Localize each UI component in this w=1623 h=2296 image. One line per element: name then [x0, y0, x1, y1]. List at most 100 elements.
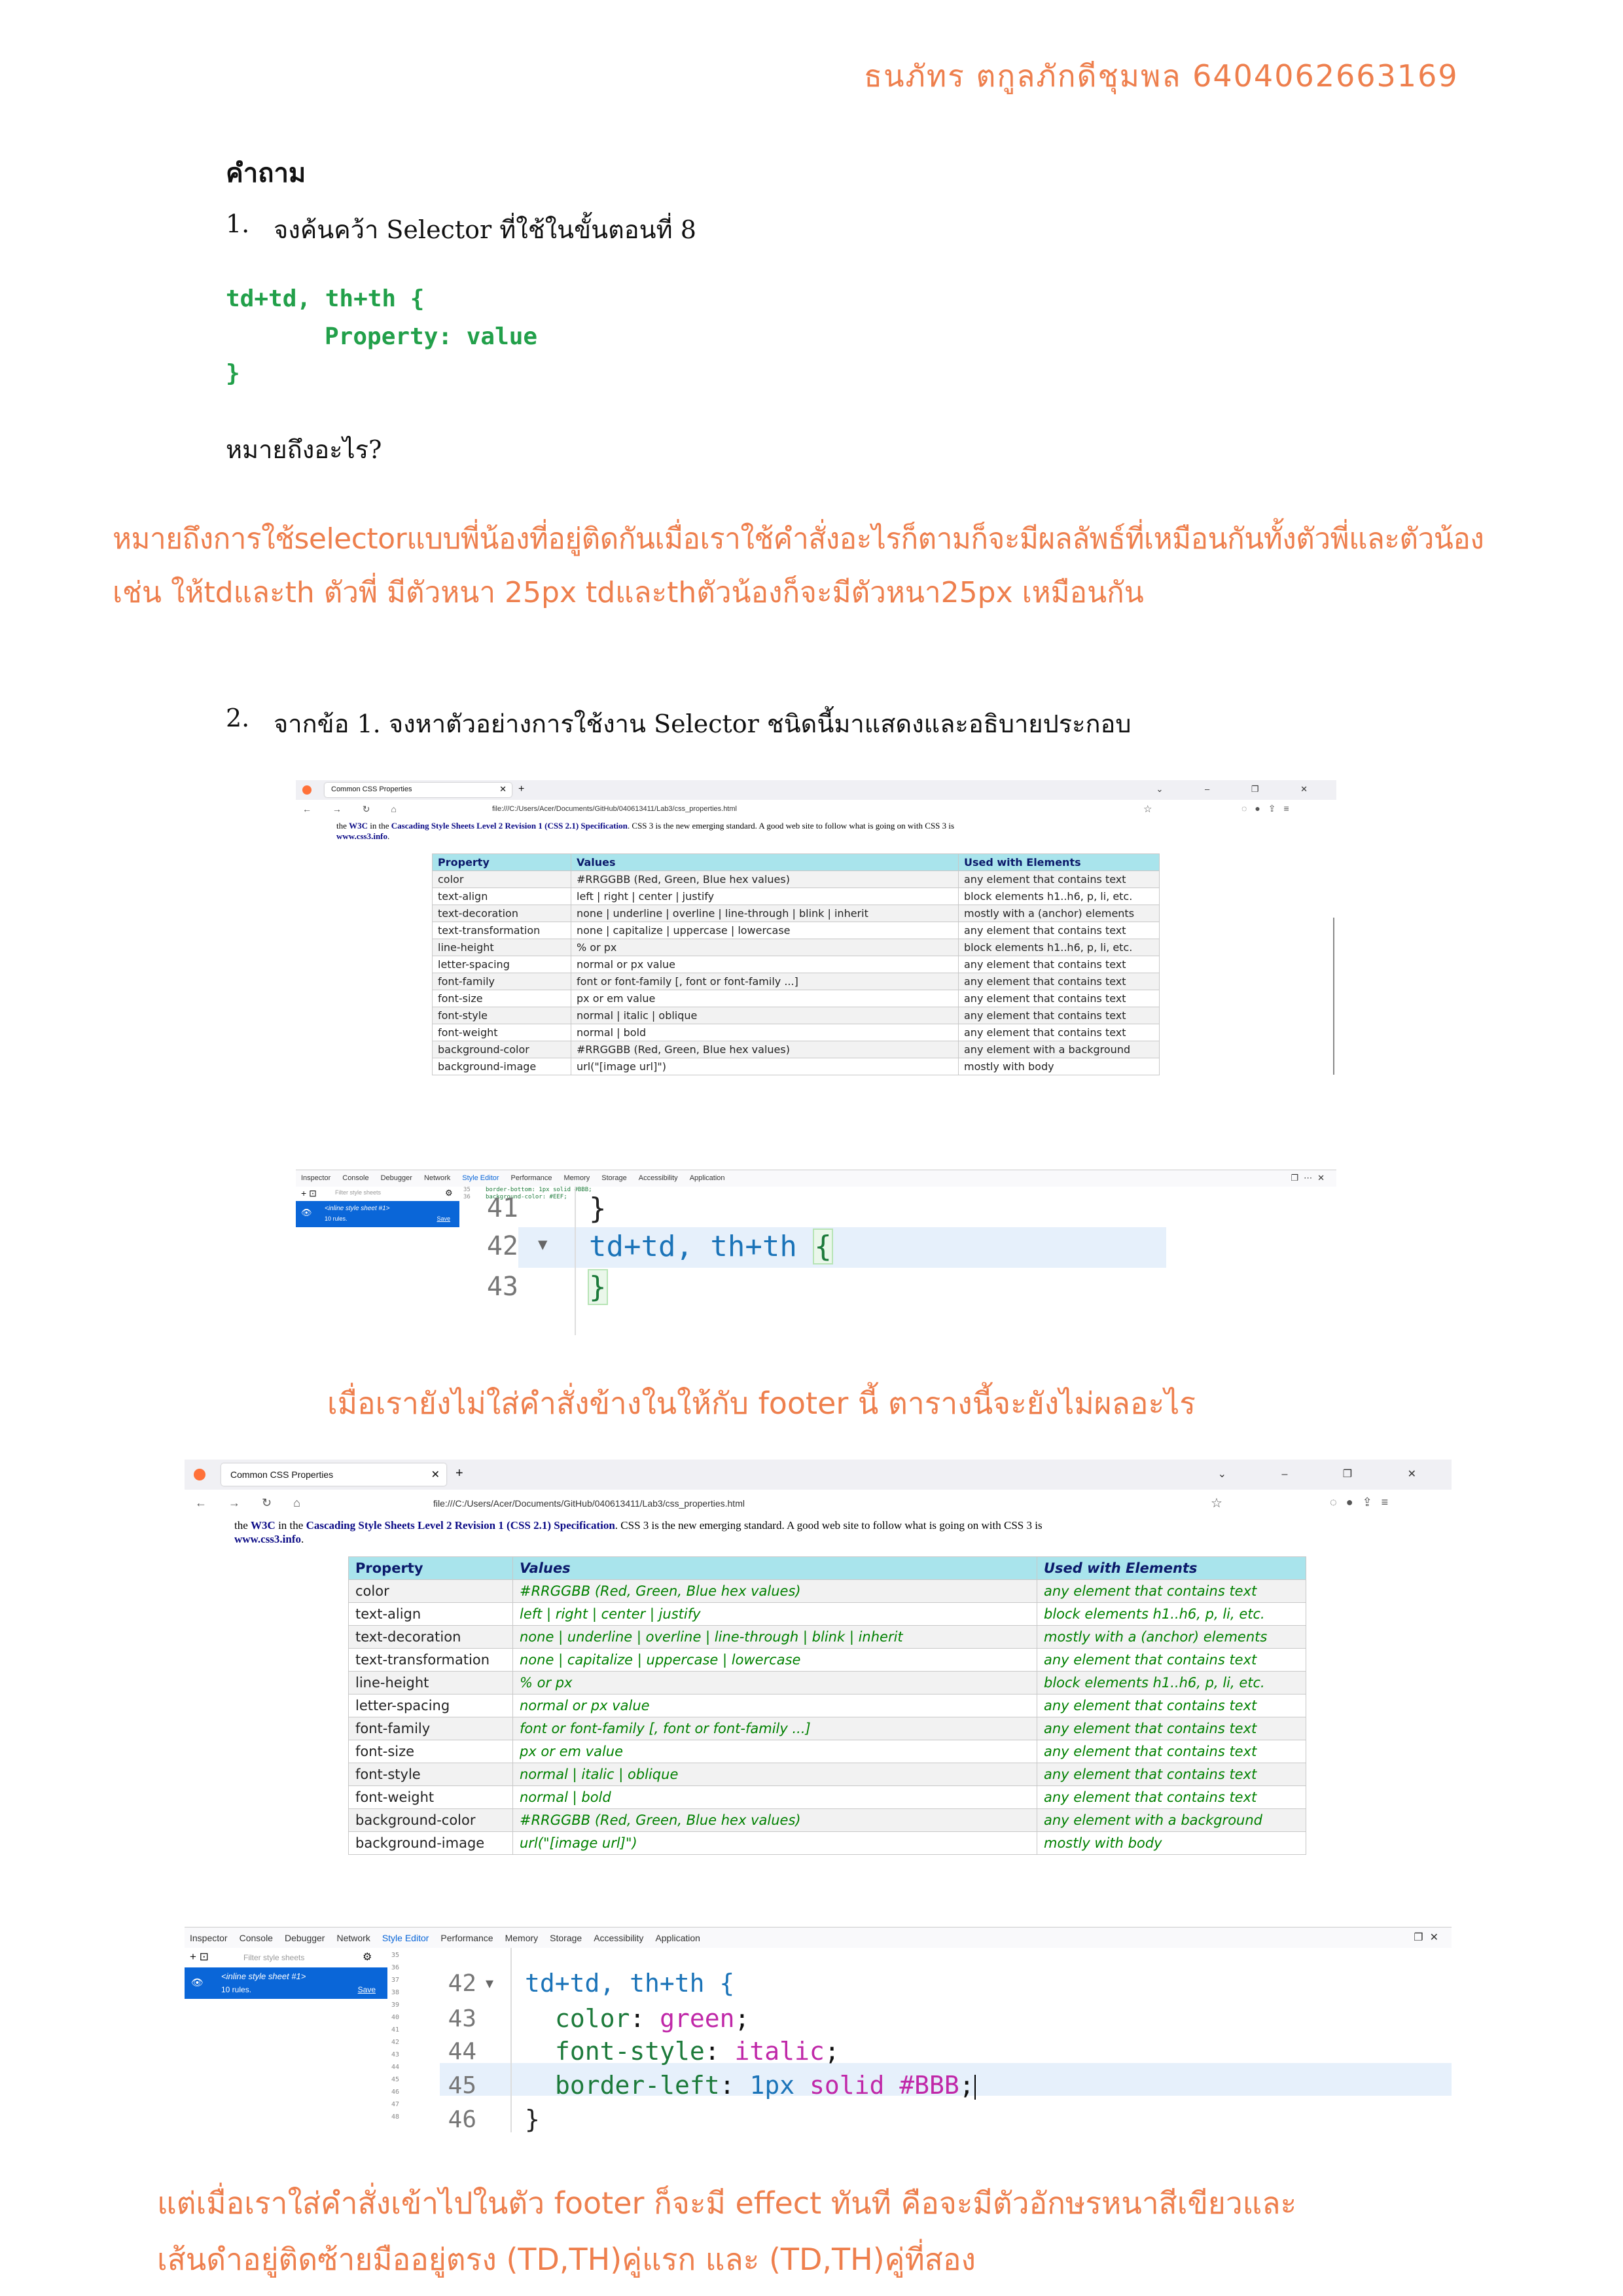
stylesheet-item[interactable]: 👁 <inline style sheet #1> 10 rules. Save: [185, 1967, 387, 1999]
devtools-controls[interactable]: ❐✕: [1414, 1931, 1445, 1944]
filter-input[interactable]: Filter style sheets: [243, 1953, 304, 1962]
css3-info-link[interactable]: www.css3.info: [234, 1533, 301, 1545]
add-sheet-icon[interactable]: + ⊡: [190, 1950, 209, 1964]
table-cell: normal | bold: [571, 1024, 959, 1041]
mini-line-number: 43: [391, 2051, 400, 2058]
devtools-tab-storage[interactable]: Storage: [550, 1933, 582, 1943]
gear-icon[interactable]: ⚙: [445, 1188, 453, 1198]
filter-input[interactable]: Filter style sheets: [335, 1189, 381, 1196]
nav-icons[interactable]: ← → ↻ ⌂: [302, 804, 406, 815]
devtools-tab-storage[interactable]: Storage: [601, 1174, 627, 1182]
spec-link[interactable]: Cascading Style Sheets Level 2 Revision …: [391, 821, 628, 831]
line-number-46: 46: [448, 2106, 476, 2132]
tab-close-icon[interactable]: ✕: [499, 784, 507, 795]
w3c-link[interactable]: W3C: [251, 1519, 276, 1532]
url-field[interactable]: file:///C:/Users/Acer/Documents/GitHub/0…: [433, 1498, 745, 1509]
toolbar-icons[interactable]: ◌●⇪≡: [1330, 1496, 1397, 1509]
devtools-tab-accessibility[interactable]: Accessibility: [639, 1174, 678, 1182]
devtools-tab-inspector[interactable]: Inspector: [190, 1933, 228, 1943]
line-number-42: 42: [448, 1970, 476, 1997]
table-cell: any element with a background: [1037, 1808, 1306, 1832]
table-cell: any element that contains text: [958, 973, 1160, 990]
column-header: Used with Elements: [1037, 1556, 1306, 1580]
table-cell: none | underline | overline | line-throu…: [571, 905, 959, 922]
column-header: Values: [571, 853, 959, 871]
sheet-save-link[interactable]: Save: [358, 1985, 376, 1994]
devtools-tab-accessibility[interactable]: Accessibility: [594, 1933, 643, 1943]
browser-tab[interactable]: Common CSS Properties ✕: [325, 783, 512, 797]
table-cell: #RRGGBB (Red, Green, Blue hex values): [571, 1041, 959, 1058]
devtools-tab-application[interactable]: Application: [690, 1174, 725, 1182]
devtools-controls[interactable]: ❐⋯✕: [1291, 1173, 1330, 1183]
devtools-tab-memory[interactable]: Memory: [564, 1174, 590, 1182]
fold-arrow-icon[interactable]: ▼: [538, 1235, 547, 1253]
devtools-tab-performance[interactable]: Performance: [511, 1174, 552, 1182]
code-line-44: font-style: italic;: [555, 2037, 840, 2066]
mini-line-number: 39: [391, 2001, 400, 2009]
table-cell: normal or px value: [571, 956, 959, 973]
table-row: font-weight normal | bold any element that…: [348, 1785, 1306, 1809]
table-cell: normal | italic | oblique: [512, 1763, 1037, 1786]
devtools-tab-network[interactable]: Network: [336, 1933, 370, 1943]
screenshot-before: Common CSS Properties ✕ + ⌄ – ❐ ✕ ← → ↻ …: [296, 780, 1336, 1335]
firefox-logo: [194, 1469, 205, 1480]
devtools-tab-debugger[interactable]: Debugger: [285, 1933, 325, 1943]
table-cell: font-size: [432, 990, 571, 1007]
table-cell: mostly with body: [1037, 1831, 1306, 1855]
devtools-tab-style-editor[interactable]: Style Editor: [382, 1933, 429, 1943]
properties-table-styled: Property Values Used with Elements color #RR…: [348, 1556, 1306, 1855]
scrollbar[interactable]: [1333, 918, 1334, 1075]
devtools-tab-debugger[interactable]: Debugger: [381, 1174, 412, 1182]
devtools-tab-memory[interactable]: Memory: [505, 1933, 539, 1943]
table-header-row: Property Values Used with Elements: [348, 1556, 1306, 1580]
table-cell: mostly with a (anchor) elements: [1037, 1625, 1306, 1649]
table-cell: letter-spacing: [432, 956, 571, 973]
devtools-tab-performance[interactable]: Performance: [440, 1933, 493, 1943]
sheet-save-link[interactable]: Save: [437, 1215, 450, 1222]
text-cursor: [974, 2074, 976, 2100]
table-cell: url("[image url]"): [571, 1058, 959, 1075]
devtools-tab-application[interactable]: Application: [655, 1933, 700, 1943]
nav-icons[interactable]: ← → ↻ ⌂: [195, 1496, 310, 1510]
eye-icon[interactable]: 👁: [191, 1977, 204, 1988]
tab-bar: Common CSS Properties ✕ + ⌄ – ❐ ✕: [296, 780, 1336, 800]
w3c-link[interactable]: W3C: [349, 821, 368, 831]
gear-icon[interactable]: ⚙: [363, 1950, 372, 1964]
column-header: Property: [432, 853, 571, 871]
bookmark-star-icon[interactable]: ☆: [1211, 1495, 1222, 1511]
table-row: line-height% or px block elements h1..h6,…: [348, 1671, 1306, 1695]
new-tab-button[interactable]: +: [455, 1466, 463, 1481]
bookmark-star-icon[interactable]: ☆: [1143, 803, 1152, 815]
toolbar-icons[interactable]: ◌●⇪≡: [1241, 803, 1297, 814]
table-cell: any element that contains text: [958, 1024, 1160, 1041]
code-line-43: }: [588, 1269, 608, 1305]
table-row: background-image url("[image url]") mostly…: [348, 1831, 1306, 1855]
address-bar: ← → ↻ ⌂ file:///C:/Users/Acer/Documents/…: [296, 800, 1336, 820]
table-row: text-align left | right | center | justif…: [432, 888, 1160, 905]
devtools-tab-console[interactable]: Console: [240, 1933, 273, 1943]
table-row: font-family font or font-family [, font o…: [348, 1717, 1306, 1740]
window-controls[interactable]: ⌄ – ❐ ✕: [1218, 1467, 1442, 1480]
spec-link[interactable]: Cascading Style Sheets Level 2 Revision …: [306, 1519, 615, 1532]
devtools-tab-console[interactable]: Console: [342, 1174, 368, 1182]
devtools-tab-inspector[interactable]: Inspector: [301, 1174, 330, 1182]
properties-table: Property Values Used with Elements color #RR…: [432, 853, 1160, 1075]
url-field[interactable]: file:///C:/Users/Acer/Documents/GitHub/0…: [492, 805, 737, 813]
css3-info-link[interactable]: www.css3.info: [336, 831, 387, 841]
add-sheet-icon[interactable]: + ⊡: [301, 1188, 317, 1199]
window-controls[interactable]: ⌄ – ❐ ✕: [1156, 784, 1327, 795]
code-line-43: color: green;: [555, 2004, 750, 2033]
devtools-tab-network[interactable]: Network: [424, 1174, 450, 1182]
new-tab-button[interactable]: +: [518, 783, 524, 795]
devtools-tab-style-editor[interactable]: Style Editor: [462, 1174, 499, 1182]
browser-tab[interactable]: Common CSS Properties ✕: [221, 1463, 446, 1486]
eye-icon[interactable]: 👁: [301, 1208, 312, 1218]
code-line-42: td+td, th+th {: [525, 1969, 735, 1998]
code-line-42: td+td, th+th {: [589, 1229, 833, 1265]
tab-close-icon[interactable]: ✕: [431, 1468, 440, 1481]
stylesheet-item[interactable]: 👁 <inline style sheet #1> 10 rules. Save: [296, 1201, 459, 1227]
mini-line-number: 42: [391, 2039, 400, 2046]
fold-arrow-icon[interactable]: ▼: [486, 1975, 493, 1991]
mini-line-number: 41: [391, 2026, 400, 2034]
devtools-toolbar: Inspector Console Debugger Network Style Edi…: [296, 1170, 1336, 1188]
